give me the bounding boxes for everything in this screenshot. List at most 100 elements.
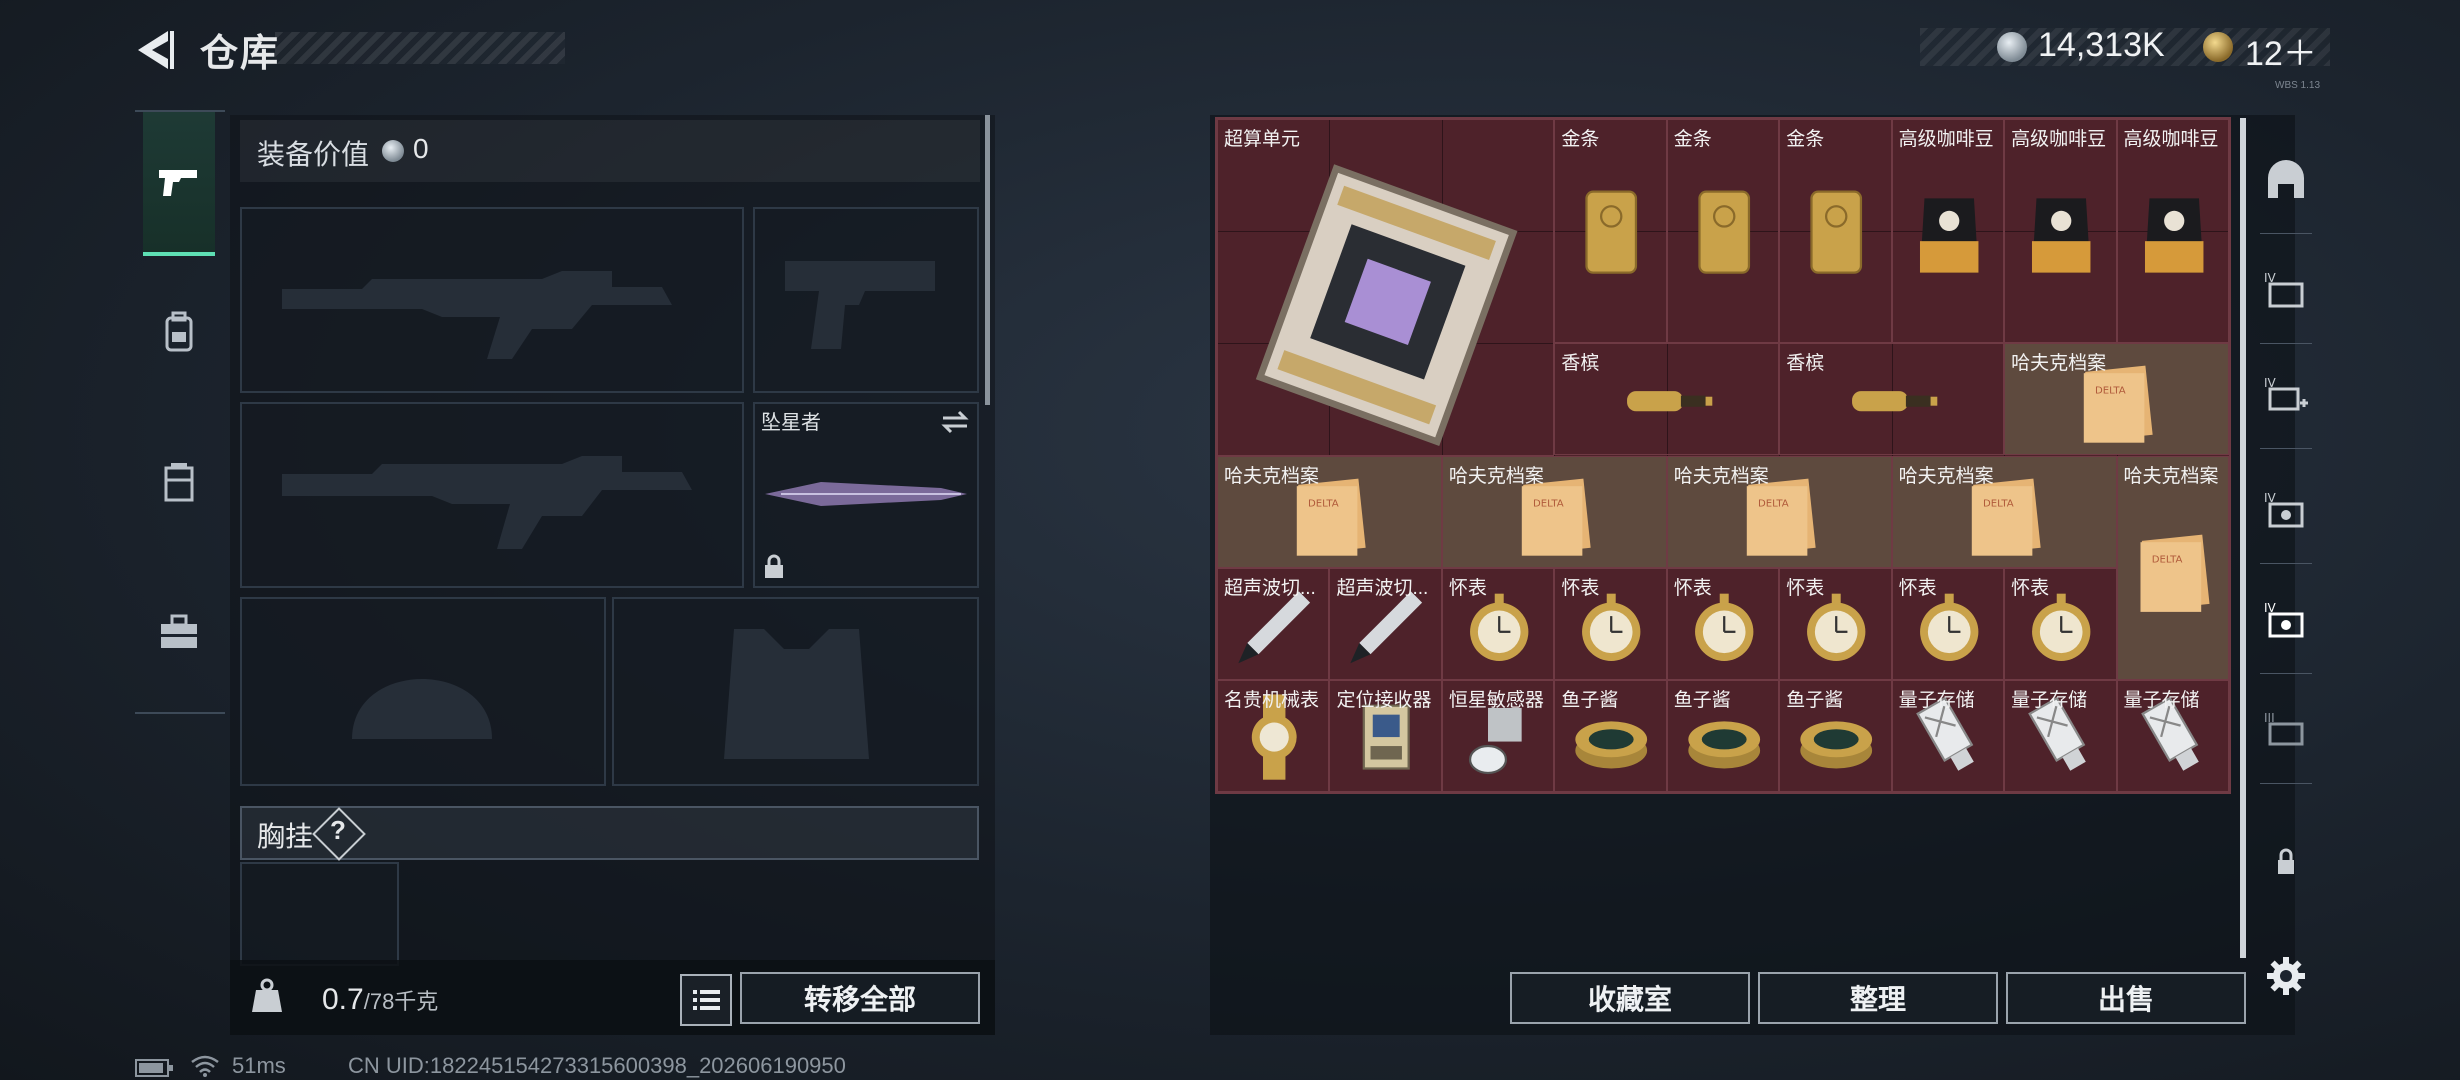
item-name: 高级咖啡豆 xyxy=(1898,129,1994,150)
item-name: 怀表 xyxy=(1673,577,1712,599)
storage-item[interactable]: 香槟 xyxy=(1554,343,1780,456)
lock-icon[interactable] xyxy=(2262,838,2310,886)
chest-rig-slot[interactable] xyxy=(240,862,399,966)
storage-item[interactable]: 怀表 xyxy=(1779,567,1892,680)
item-name: 高级咖啡豆 xyxy=(2011,129,2107,150)
item-name: 高级咖啡豆 xyxy=(2123,129,2219,150)
svg-text:DELTA: DELTA xyxy=(2151,554,2182,565)
item-name: 鱼子酱 xyxy=(1561,689,1619,711)
tab-chest-rig[interactable] xyxy=(143,412,215,552)
silver-coin-icon xyxy=(1997,32,2027,62)
item-name: 怀表 xyxy=(1786,577,1825,599)
storage-item[interactable]: DELTA 哈夫克档案 xyxy=(2004,343,2229,456)
storage-item[interactable]: 高级咖啡豆 xyxy=(2116,119,2229,344)
storage-item[interactable]: 怀表 xyxy=(1666,567,1780,680)
storage-item[interactable]: 鱼子酱 xyxy=(1666,679,1780,792)
dossier-icon: DELTA xyxy=(2140,534,2210,612)
storage-item[interactable]: 高级咖啡豆 xyxy=(2004,119,2117,344)
weight-icon xyxy=(252,978,282,1012)
item-name: 香槟 xyxy=(1786,353,1825,375)
coffee-bag-icon xyxy=(1919,198,1979,273)
storage-item[interactable]: 量子存储 xyxy=(2116,679,2229,792)
settings-gear-icon[interactable] xyxy=(2265,955,2307,997)
organize-button[interactable]: 整理 xyxy=(1758,972,1998,1024)
item-name: 怀表 xyxy=(2011,577,2050,599)
storage-item[interactable]: DELTA 哈夫克档案 xyxy=(1217,455,1442,568)
storage-item[interactable]: 超算单元 xyxy=(1217,119,1555,456)
item-name: 怀表 xyxy=(1898,577,1937,599)
sidebar-divider xyxy=(2260,448,2312,449)
storage-item[interactable]: 金条 xyxy=(1779,119,1892,344)
storage-item[interactable]: 名贵机械表 xyxy=(1217,679,1330,792)
storage-item[interactable]: 超声波切... xyxy=(1329,567,1442,680)
tab-toolbox[interactable] xyxy=(143,562,215,702)
storage-item[interactable]: 金条 xyxy=(1666,119,1780,344)
storage-iv-b-icon[interactable]: IV xyxy=(2262,373,2310,421)
armor-slot[interactable] xyxy=(612,597,979,786)
storage-item[interactable]: 超声波切... xyxy=(1217,567,1330,680)
secondary-weapon-slot[interactable] xyxy=(753,207,979,393)
item-name: 金条 xyxy=(1673,129,1712,150)
item-name: 金条 xyxy=(1786,129,1825,150)
storage-item[interactable]: 怀表 xyxy=(1441,567,1555,680)
storage-item[interactable]: 量子存储 xyxy=(1891,679,2005,792)
transfer-all-button[interactable]: 转移全部 xyxy=(740,972,980,1024)
help-icon: ? xyxy=(330,815,346,845)
storage-item[interactable]: DELTA 哈夫克档案 xyxy=(1441,455,1667,568)
ping-readout: 51ms xyxy=(232,1053,286,1078)
storage-item[interactable]: DELTA 哈夫克档案 xyxy=(1891,455,2117,568)
item-name: 超算单元 xyxy=(1224,129,1301,150)
sell-button[interactable]: 出售 xyxy=(2006,972,2246,1024)
storage-item[interactable]: DELTA 哈夫克档案 xyxy=(1666,455,1892,568)
tab-backpack[interactable] xyxy=(143,262,215,402)
gold-amount[interactable]: 12＋ xyxy=(2245,26,2317,75)
melee-slot-label: 坠星者 xyxy=(761,412,821,434)
storage-item[interactable]: 怀表 xyxy=(1891,567,2005,680)
item-name: 哈夫克档案 xyxy=(1448,465,1544,487)
storage-iv-a-icon[interactable]: IV xyxy=(2262,268,2310,316)
storage-item[interactable]: 香槟 xyxy=(1779,343,2005,456)
back-arrow-icon[interactable] xyxy=(130,25,180,75)
storage-iii-icon[interactable]: III xyxy=(2262,708,2310,756)
weight-max: /78千克 xyxy=(363,989,439,1014)
loadout-scrollbar[interactable] xyxy=(985,115,990,405)
primary-weapon-slot[interactable] xyxy=(240,207,744,393)
storage-item[interactable]: 量子存储 xyxy=(2004,679,2117,792)
storage-item[interactable]: 怀表 xyxy=(1554,567,1667,680)
storage-iv-d-icon[interactable]: IV xyxy=(2262,598,2310,646)
collection-room-button[interactable]: 收藏室 xyxy=(1510,972,1750,1024)
storage-arch-icon[interactable] xyxy=(2262,158,2310,206)
list-view-button[interactable] xyxy=(680,974,732,1026)
storage-item[interactable]: 定位接收器 xyxy=(1329,679,1442,792)
storage-item[interactable]: 怀表 xyxy=(2004,567,2117,680)
version-label: WBS 1.13 xyxy=(2275,80,2321,91)
melee-slot[interactable]: 坠星者 xyxy=(753,402,979,588)
item-name: 金条 xyxy=(1561,129,1600,150)
storage-item[interactable]: 恒星敏感器 xyxy=(1441,679,1555,792)
toolbox-icon xyxy=(161,614,197,648)
silver-amount: 14,313K xyxy=(2038,26,2165,64)
svg-text:DELTA: DELTA xyxy=(1533,498,1564,509)
storage-scrollbar[interactable] xyxy=(2240,118,2246,958)
silver-coin-icon xyxy=(382,140,404,162)
storage-iv-c-icon[interactable]: IV xyxy=(2262,488,2310,536)
helmet-slot[interactable] xyxy=(240,597,606,786)
tab-weapons[interactable] xyxy=(143,112,215,256)
pistol-icon xyxy=(159,170,197,196)
item-name: 量子存储 xyxy=(2123,689,2200,711)
tertiary-weapon-slot[interactable] xyxy=(240,402,744,588)
storage-item[interactable]: 鱼子酱 xyxy=(1779,679,1892,792)
item-name: 恒星敏感器 xyxy=(1448,689,1544,711)
storage-item[interactable]: 鱼子酱 xyxy=(1554,679,1667,792)
list-icon xyxy=(693,990,720,1010)
chest-rig-label: 胸挂 xyxy=(257,821,314,852)
swap-icon[interactable] xyxy=(939,408,971,436)
gold-bar-icon xyxy=(1698,190,1750,274)
weight-current: 0.7 xyxy=(322,983,364,1016)
equipment-value-amount: 0 xyxy=(413,133,429,164)
storage-item[interactable]: 金条 xyxy=(1554,119,1667,344)
storage-item[interactable]: DELTA 哈夫克档案 xyxy=(2116,455,2229,680)
chest-rig-icon xyxy=(164,463,194,502)
storage-item[interactable]: 高级咖啡豆 xyxy=(1891,119,2005,344)
supercomputer-chip-icon xyxy=(1255,164,1518,446)
